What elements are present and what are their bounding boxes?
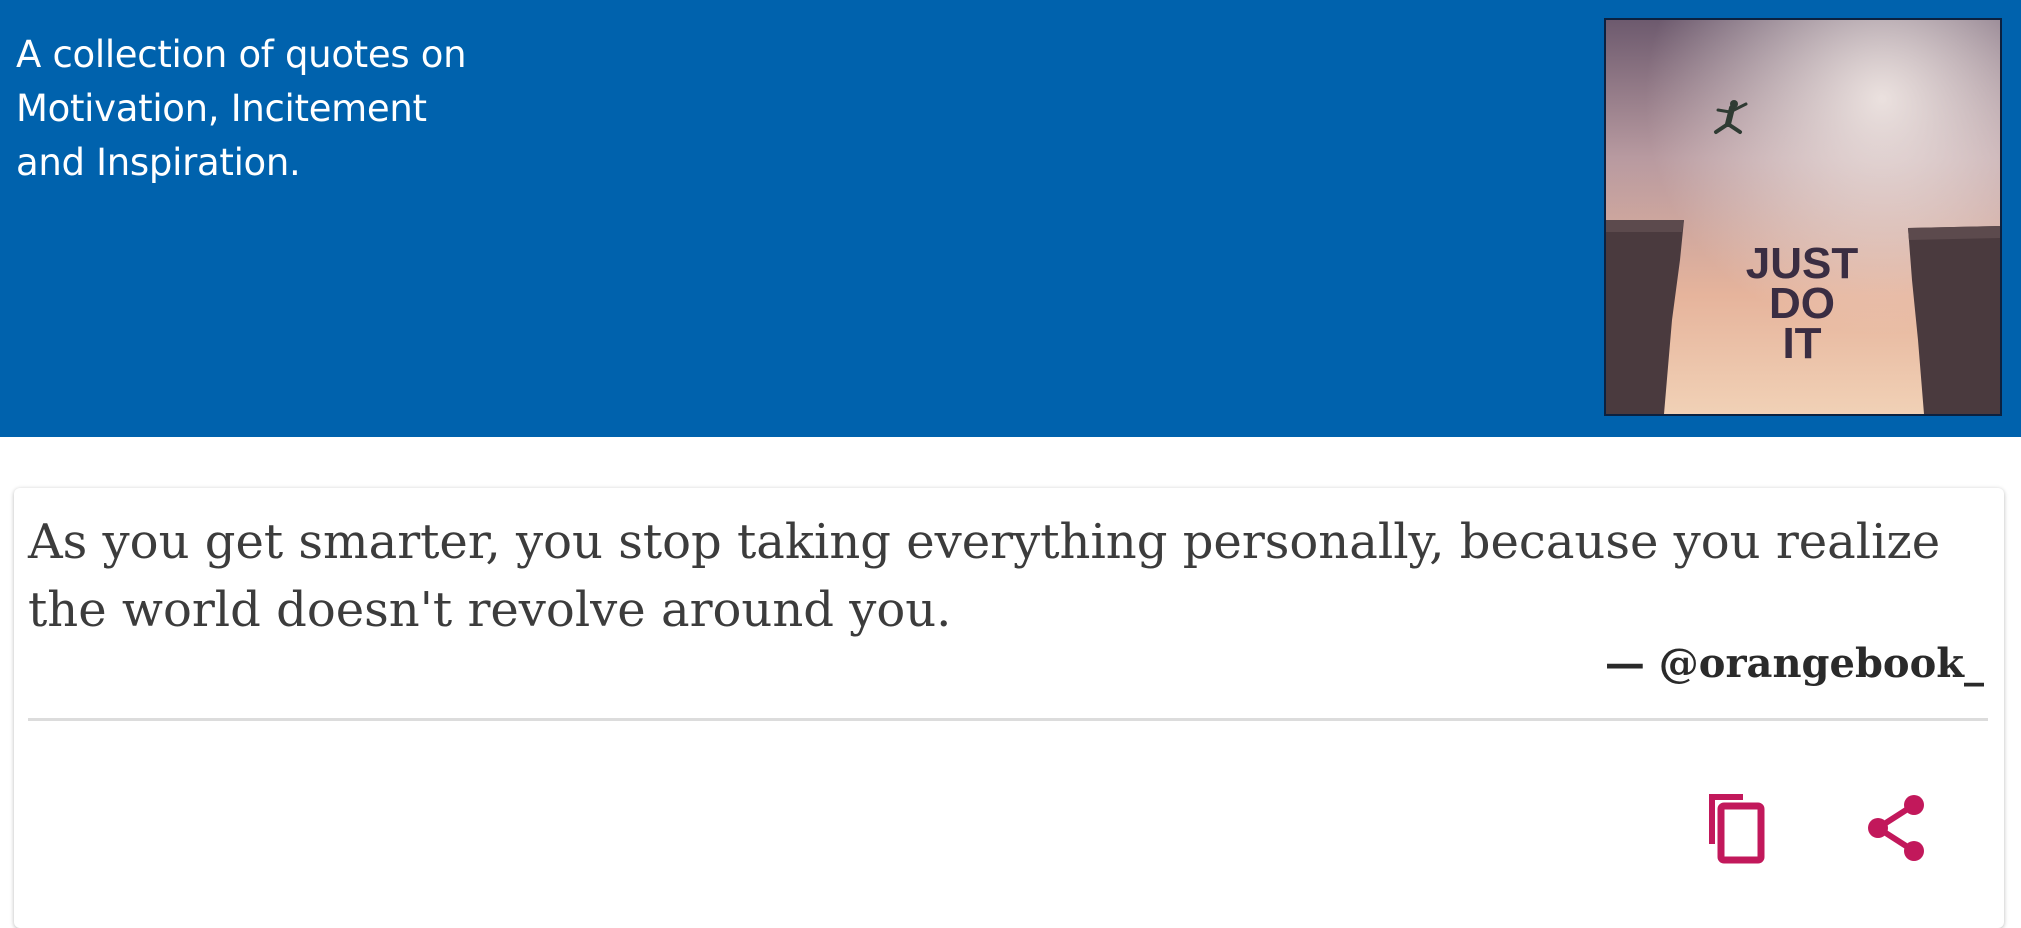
- quote-card: As you get smarter, you stop taking ever…: [14, 488, 2004, 928]
- share-icon: [1868, 795, 1924, 861]
- card-divider: [28, 718, 1988, 721]
- cover-text-line: IT: [1782, 319, 1821, 368]
- copy-icon: [1709, 794, 1765, 864]
- tagline-line: and Inspiration.: [16, 141, 301, 184]
- quote-author: — @orangebook_: [1604, 640, 1984, 687]
- share-button[interactable]: [1857, 788, 1937, 868]
- app-tagline: A collection of quotes on Motivation, In…: [16, 28, 576, 190]
- quote-text: As you get smarter, you stop taking ever…: [28, 514, 1941, 638]
- tagline-line: A collection of quotes on: [16, 33, 467, 76]
- header-banner: A collection of quotes on Motivation, In…: [0, 0, 2021, 437]
- copy-button[interactable]: [1694, 788, 1774, 868]
- tagline-line: Motivation, Incitement: [16, 87, 427, 130]
- just-do-it-cover-image: JUST DO IT: [1604, 18, 2002, 416]
- cover-illustration: JUST DO IT: [1606, 20, 2000, 414]
